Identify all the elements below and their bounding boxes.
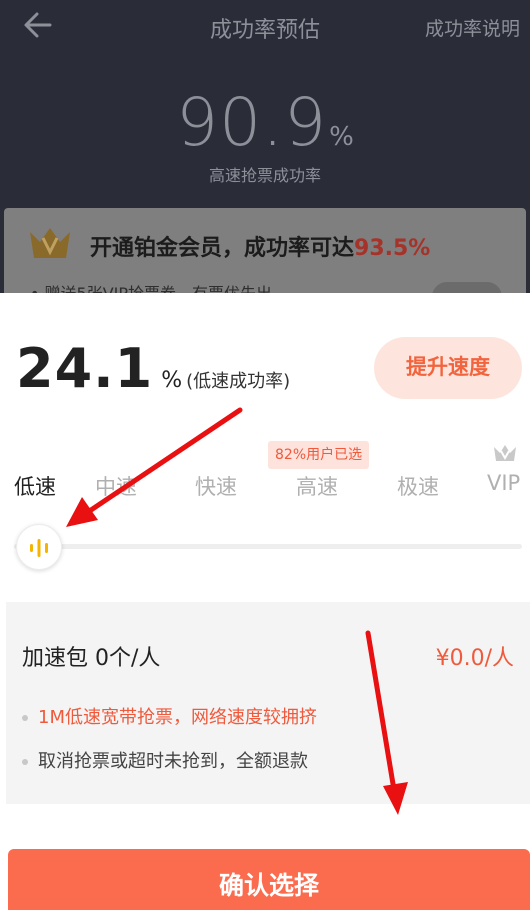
speed-tabs: 低速 中速 快速 高速 极速 VIP [0, 471, 530, 505]
package-note: 1M低速宽带抢票，网络速度较拥挤 [22, 703, 317, 729]
speed-tab-medium[interactable]: 中速 [95, 471, 137, 501]
boost-speed-button[interactable]: 提升速度 [374, 337, 522, 399]
package-note-text: 1M低速宽带抢票，网络速度较拥挤 [38, 707, 317, 728]
package-note: 取消抢票或超时未抢到，全额退款 [22, 747, 308, 773]
success-rate-explain-link[interactable]: 成功率说明 [425, 14, 520, 41]
confirm-selection-button[interactable]: 确认选择 [8, 849, 530, 910]
estimated-rate-value: 90.9 [176, 84, 328, 161]
background-page: 成功率预估 成功率说明 90.9% 高速抢票成功率 开通铂金会员，成功率可达93… [0, 0, 530, 300]
speed-slider-knob[interactable] [16, 524, 62, 570]
header: 成功率预估 成功率说明 [0, 0, 530, 52]
popular-badge: 82%用户已选 [268, 441, 370, 469]
estimated-rate-unit: % [329, 122, 354, 152]
current-success-rate: 24.1% (低速成功率) [16, 337, 290, 400]
estimated-rate: 90.9% [0, 84, 530, 161]
current-rate-unit: % [161, 368, 183, 393]
bullet-dot [22, 715, 28, 721]
vip-card-title-rate: 93.5% [354, 236, 431, 261]
speed-tab-fast[interactable]: 快速 [195, 471, 237, 501]
speed-slider-track[interactable] [14, 544, 522, 549]
bullet-dot [22, 759, 28, 765]
package-note-text: 取消抢票或超时未抢到，全额退款 [38, 751, 308, 772]
sound-bars-icon [30, 539, 48, 557]
vip-card-title: 开通铂金会员，成功率可达93.5% [90, 230, 430, 262]
package-info-box: 加速包 0个/人 ¥0.0/人 1M低速宽带抢票，网络速度较拥挤 取消抢票或超时… [6, 602, 530, 804]
speed-tab-high[interactable]: 高速 [296, 471, 338, 501]
vip-card-title-text: 开通铂金会员，成功率可达 [90, 236, 355, 261]
speed-tab-vip[interactable]: VIP [487, 471, 520, 495]
package-price: ¥0.0/人 [435, 646, 514, 671]
crown-icon [30, 228, 70, 258]
estimated-rate-label: 高速抢票成功率 [208, 166, 321, 185]
speed-select-sheet: 24.1% (低速成功率) 提升速度 82%用户已选 低速 中速 快速 高速 极速… [0, 293, 530, 910]
speed-tab-extreme[interactable]: 极速 [397, 471, 439, 501]
current-rate-label: (低速成功率) [186, 371, 291, 392]
package-label: 加速包 0个/人 [22, 646, 161, 671]
vip-crown-icon [494, 445, 516, 461]
speed-tab-low[interactable]: 低速 [14, 471, 56, 501]
vip-upsell-card: 开通铂金会员，成功率可达93.5% • 赠送5张VIP抢票券，有票优先出 [4, 208, 526, 300]
current-rate-value: 24.1 [16, 337, 154, 400]
